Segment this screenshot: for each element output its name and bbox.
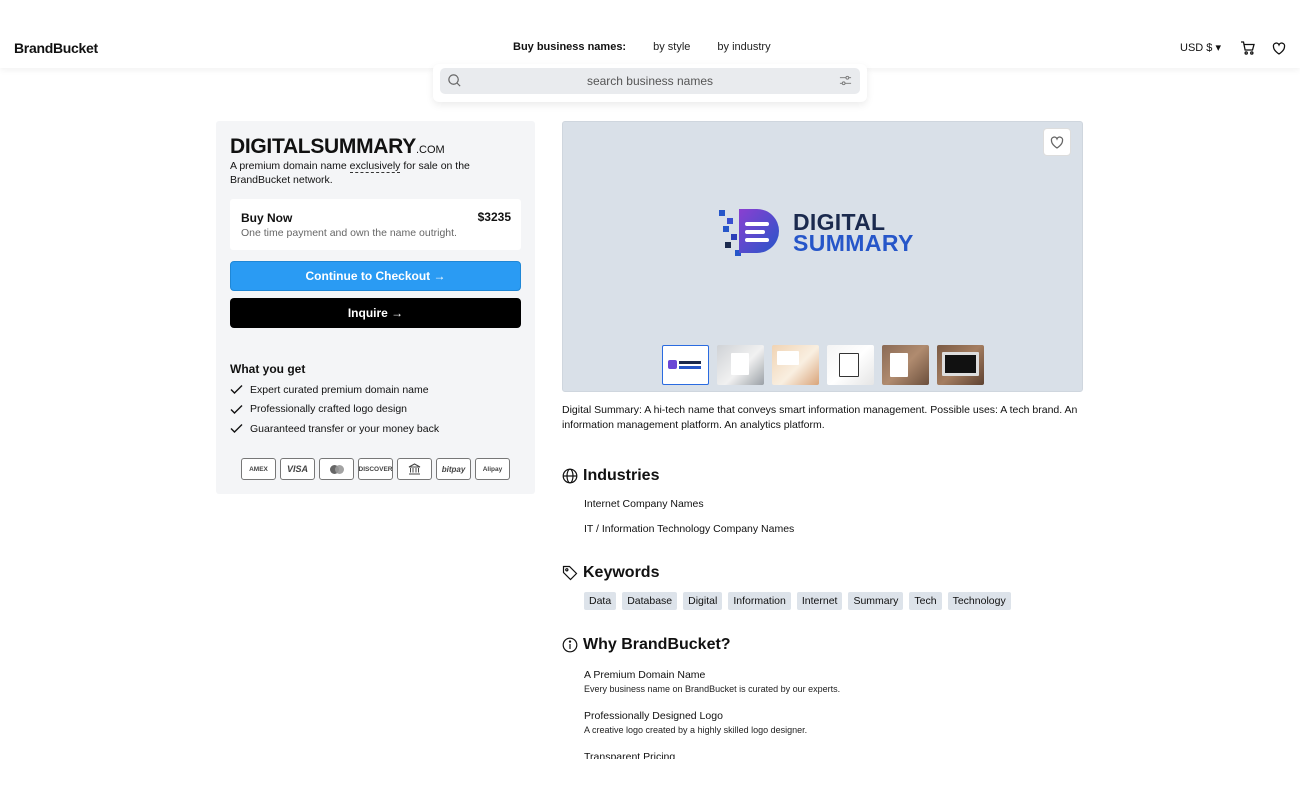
domain-name: DIGITALSUMMARY (230, 135, 416, 158)
list-item: Guaranteed transfer or your money back (230, 419, 439, 439)
logo-line-2: SUMMARY (793, 230, 914, 256)
name-description: Digital Summary: A hi-tech name that con… (562, 404, 1078, 431)
keyword-chip[interactable]: Data (584, 592, 617, 610)
thumbnail-mockup-2[interactable] (772, 345, 819, 385)
tag-icon (562, 565, 578, 581)
thumbnail-mockup-5[interactable] (937, 345, 984, 385)
why-title: Why BrandBucket? (583, 636, 731, 653)
why-item-title: A Premium Domain Name (584, 669, 706, 681)
checkmark-icon (230, 385, 243, 395)
exclusively-tooltip[interactable]: exclusively (349, 160, 401, 173)
industries-heading: Industries (562, 467, 659, 485)
logo-mark-icon (719, 209, 779, 256)
nav-link-by-style[interactable]: by style (653, 41, 690, 53)
cart-icon[interactable] (1240, 40, 1256, 56)
keyword-chip[interactable]: Summary (848, 592, 904, 610)
list-item: Expert curated premium domain name (230, 380, 439, 400)
thumbnail-mockup-3[interactable] (827, 345, 874, 385)
search-icon (448, 74, 461, 87)
amex-icon: AMEX (241, 458, 276, 480)
discover-icon: DISCOVER (358, 458, 393, 480)
search-bar (440, 68, 860, 94)
industry-link-it[interactable]: IT / Information Technology Company Name… (584, 523, 794, 535)
keyword-chip[interactable]: Internet (796, 592, 843, 610)
domain-subtitle: A premium domain name exclusively for sa… (230, 159, 520, 187)
benefit-text: Expert curated premium domain name (250, 383, 429, 396)
bank-transfer-icon (397, 458, 432, 480)
price: $3235 (477, 210, 511, 224)
thumbnail-mockup-1[interactable] (717, 345, 764, 385)
keyword-chip[interactable]: Digital (683, 592, 723, 610)
bitpay-icon: bitpay (436, 458, 471, 480)
site-logo[interactable]: BrandBucket (14, 40, 98, 56)
payment-methods: AMEX VISA DISCOVER bitpay Alipay (241, 458, 510, 480)
visa-icon: VISA (280, 458, 315, 480)
why-item-desc: Every business name on BrandBucket is cu… (584, 684, 841, 694)
search-input[interactable] (470, 68, 830, 94)
what-you-get-title: What you get (230, 362, 306, 376)
logo-wordmark: DIGITAL SUMMARY (793, 211, 914, 256)
domain-name-title: DIGITALSUMMARY.COM (230, 135, 445, 159)
thumbnail-mockup-4[interactable] (882, 345, 929, 385)
buy-now-note: One time payment and own the name outrig… (241, 227, 457, 239)
nav-link-by-industry[interactable]: by industry (717, 41, 770, 53)
purchase-panel: DIGITALSUMMARY.COM A premium domain name… (216, 121, 535, 494)
why-brandbucket-heading: Why BrandBucket? (562, 636, 731, 654)
buy-now-card[interactable]: Buy Now $3235 One time payment and own t… (230, 199, 521, 250)
mastercard-icon (319, 458, 354, 480)
benefit-text: Guaranteed transfer or your money back (250, 422, 440, 435)
why-item-pricing: Transparent Pricing (584, 751, 675, 759)
keywords-title: Keywords (583, 564, 660, 581)
digitalsummary-logo: DIGITAL SUMMARY (719, 206, 929, 262)
keyword-list: Data Database Digital Information Intern… (584, 592, 1011, 610)
what-you-get-list: Expert curated premium domain name Profe… (230, 380, 439, 439)
heart-icon (1050, 136, 1064, 149)
keyword-chip[interactable]: Database (622, 592, 678, 610)
list-item: Professionally crafted logo design (230, 400, 439, 420)
logo-preview: DIGITAL SUMMARY (562, 121, 1083, 392)
buy-now-label: Buy Now (241, 211, 293, 225)
search-container (433, 64, 867, 102)
why-item-premium-domain: A Premium Domain Name Every business nam… (584, 669, 840, 694)
checkmark-icon (230, 424, 243, 434)
keyword-chip[interactable]: Tech (909, 592, 942, 610)
keyword-chip[interactable]: Technology (947, 592, 1011, 610)
info-icon (562, 637, 578, 653)
industry-link-internet[interactable]: Internet Company Names (584, 498, 704, 510)
checkmark-icon (230, 404, 243, 414)
subtitle-text-start: A premium domain name (230, 160, 350, 172)
logo-thumbnail-icon (668, 360, 701, 369)
top-bar: BrandBucket Buy business names: by style… (0, 0, 1300, 68)
nav-title: Buy business names: (513, 41, 627, 53)
why-item-desc: A creative logo created by a highly skil… (584, 725, 808, 735)
currency-selector[interactable]: USD $ ▾ (1180, 41, 1221, 54)
alipay-icon: Alipay (475, 458, 510, 480)
why-item-logo: Professionally Designed Logo A creative … (584, 710, 807, 735)
keywords-heading: Keywords (562, 564, 659, 582)
benefit-text: Professionally crafted logo design (250, 403, 408, 416)
thumbnail-logo[interactable] (662, 345, 709, 385)
favorite-button[interactable] (1043, 128, 1071, 156)
globe-icon (562, 468, 578, 484)
why-item-title: Transparent Pricing (584, 751, 676, 759)
filter-sliders-icon[interactable] (839, 74, 852, 87)
industries-title: Industries (583, 467, 660, 484)
thumbnail-strip (662, 345, 984, 385)
inquire-button[interactable]: Inquire → (230, 298, 521, 328)
keyword-chip[interactable]: Information (728, 592, 791, 610)
favorites-heart-icon[interactable] (1271, 40, 1287, 56)
domain-tld: .COM (415, 144, 445, 156)
continue-to-checkout-button[interactable]: Continue to Checkout → (230, 261, 521, 291)
main-nav: Buy business names: by style by industry (513, 41, 771, 53)
why-item-title: Professionally Designed Logo (584, 710, 723, 722)
